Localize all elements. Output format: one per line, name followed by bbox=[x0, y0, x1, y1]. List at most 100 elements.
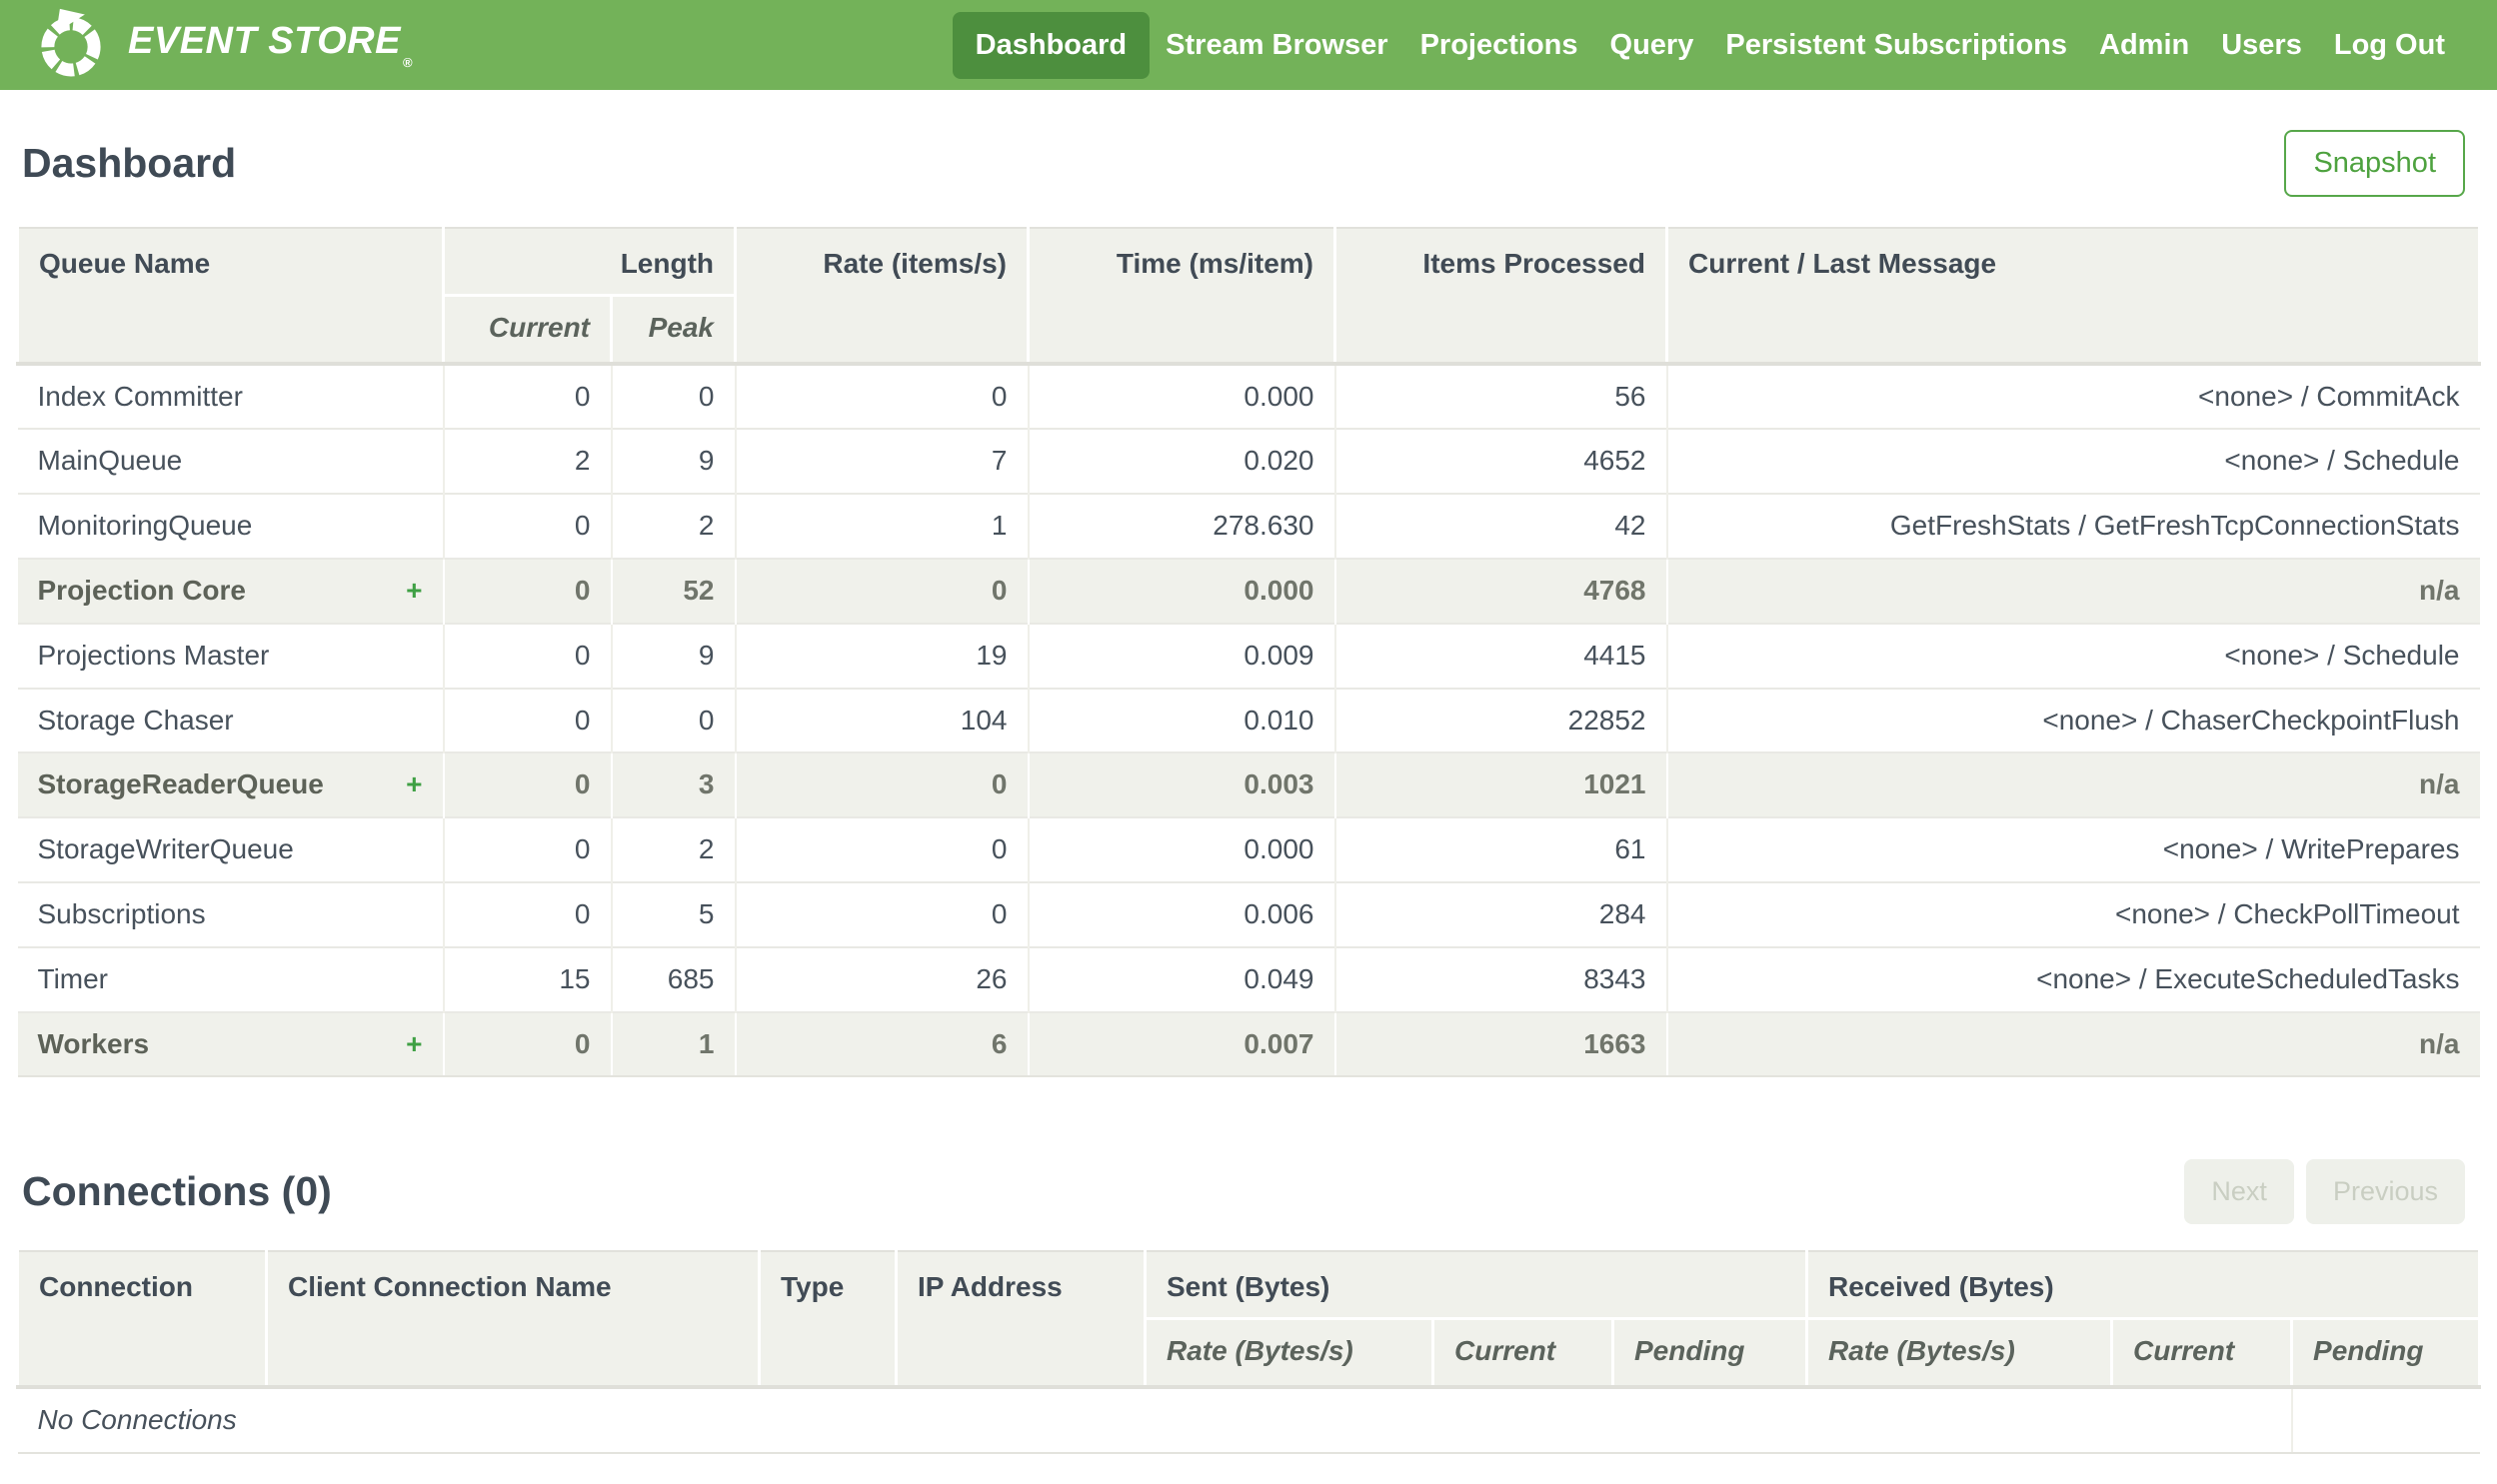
queue-row: MonitoringQueue 0 2 1 278.630 42 GetFreshStats… bbox=[17, 493, 2480, 559]
queue-items-processed-cell: 4652 bbox=[1334, 428, 1668, 495]
nav-item-projections[interactable]: Projections bbox=[1404, 12, 1594, 79]
nav-item-persistent-subscriptions[interactable]: Persistent Subscriptions bbox=[1709, 12, 2083, 79]
queue-time-cell: 0.006 bbox=[1028, 880, 1336, 947]
queue-length-peak-cell: 685 bbox=[611, 945, 737, 1012]
nav-item-dashboard[interactable]: Dashboard bbox=[952, 11, 1151, 79]
connections-heading-bar: Connections (0) Next Previous bbox=[0, 1077, 2497, 1250]
queue-length-current-cell: 0 bbox=[443, 557, 613, 624]
queue-name-cell: Projection Core + bbox=[17, 557, 445, 624]
brand-name: EVENT STORE® bbox=[128, 20, 414, 70]
queue-items-processed-cell: 4768 bbox=[1334, 557, 1668, 624]
queue-length-current-cell: 0 bbox=[443, 687, 613, 753]
expand-icon[interactable]: + bbox=[406, 769, 422, 800]
queue-message-cell: <none> / CheckPollTimeout bbox=[1666, 880, 2480, 947]
next-button[interactable]: Next bbox=[2184, 1159, 2294, 1225]
connections-title: Connections (0) bbox=[22, 1168, 332, 1215]
queue-time-cell: 0.020 bbox=[1028, 428, 1336, 495]
queue-name-cell: MonitoringQueue bbox=[17, 493, 445, 559]
col-header-message: Current / Last Message bbox=[1665, 227, 2481, 366]
queue-row: Subscriptions 0 5 0 0.006 284 <none> / CheckPo… bbox=[17, 880, 2480, 947]
expand-icon[interactable]: + bbox=[406, 575, 422, 607]
col-header-length: Length bbox=[442, 226, 737, 297]
queue-length-current-cell: 0 bbox=[443, 361, 613, 430]
queue-length-current-cell: 0 bbox=[443, 493, 613, 559]
top-navbar: EVENT STORE® Dashboard Stream Browser Pr… bbox=[0, 0, 2497, 90]
queue-message-cell: n/a bbox=[1666, 751, 2480, 818]
nav-menu: Dashboard Stream Browser Projections Que… bbox=[952, 11, 2461, 79]
queue-message-cell: <none> / ChaserCheckpointFlush bbox=[1666, 687, 2480, 753]
event-store-logo-icon bbox=[34, 8, 108, 82]
col-header-client-connection-name: Client Connection Name bbox=[265, 1250, 761, 1389]
col-subheader-current: Current bbox=[442, 294, 613, 366]
queue-name-cell: Index Committer bbox=[17, 361, 445, 430]
nav-item-log-out[interactable]: Log Out bbox=[2318, 12, 2461, 79]
expand-icon[interactable]: + bbox=[406, 1028, 422, 1060]
col-header-rate: Rate (items/s) bbox=[734, 227, 1030, 366]
connections-table-body: No Connections bbox=[17, 1384, 2480, 1454]
queue-row: Storage Chaser 0 0 104 0.010 22852 <none> / Ch… bbox=[17, 687, 2480, 753]
col-subheader-sent-current: Current bbox=[1431, 1317, 1614, 1389]
queue-message-cell: n/a bbox=[1666, 1010, 2480, 1078]
connections-table: Connection Client Connection Name Type I… bbox=[16, 1250, 2481, 1454]
queue-group-row[interactable]: Projection Core +0 52 0 0.000 4768 n/a bbox=[17, 557, 2480, 624]
col-header-ip-address: IP Address bbox=[895, 1250, 1147, 1389]
page-title: Dashboard bbox=[22, 140, 237, 186]
queue-message-cell: GetFreshStats / GetFreshTcpConnectionSta… bbox=[1666, 493, 2480, 559]
col-subheader-peak: Peak bbox=[610, 294, 737, 366]
nav-item-users[interactable]: Users bbox=[2205, 12, 2318, 79]
queue-length-peak-cell: 3 bbox=[611, 751, 737, 818]
queues-table: Queue Name Length Rate (items/s) Time (m… bbox=[16, 226, 2481, 1078]
queue-name-cell: Subscriptions bbox=[17, 880, 445, 947]
queue-items-processed-cell: 284 bbox=[1334, 880, 1668, 947]
queue-rate-cell: 6 bbox=[735, 1010, 1030, 1078]
queue-row: MainQueue 2 9 7 0.020 4652 <none> / Schedule bbox=[17, 428, 2480, 495]
queue-time-cell: 0.000 bbox=[1028, 557, 1336, 624]
queue-rate-cell: 0 bbox=[735, 751, 1030, 818]
queue-name-cell: StorageReaderQueue + bbox=[17, 751, 445, 818]
queue-group-row[interactable]: Workers +0 1 6 0.007 1663 n/a bbox=[17, 1010, 2480, 1078]
queue-time-cell: 0.009 bbox=[1028, 622, 1336, 689]
queue-name-cell: Workers + bbox=[17, 1010, 445, 1078]
col-header-connection: Connection bbox=[16, 1250, 268, 1389]
queue-name-cell: Timer bbox=[17, 945, 445, 1012]
previous-button[interactable]: Previous bbox=[2305, 1159, 2465, 1225]
queue-name: MonitoringQueue bbox=[37, 510, 253, 542]
col-subheader-received-current: Current bbox=[2110, 1317, 2294, 1389]
queue-rate-cell: 0 bbox=[735, 361, 1030, 430]
queue-name: Projections Master bbox=[37, 639, 270, 671]
queue-name: Storage Chaser bbox=[37, 704, 234, 736]
col-header-sent-bytes: Sent (Bytes) bbox=[1143, 1250, 1809, 1321]
queue-rate-cell: 0 bbox=[735, 816, 1030, 882]
queue-row: Projections Master 0 9 19 0.009 4415 <none> / … bbox=[17, 622, 2480, 689]
col-subheader-sent-rate: Rate (Bytes/s) bbox=[1144, 1317, 1434, 1389]
event-store-dashboard-screen: EVENT STORE® Dashboard Stream Browser Pr… bbox=[0, 0, 2497, 1484]
nav-item-admin[interactable]: Admin bbox=[2083, 12, 2205, 79]
queue-length-current-cell: 0 bbox=[443, 622, 613, 689]
queue-time-cell: 0.010 bbox=[1028, 687, 1336, 753]
nav-item-query[interactable]: Query bbox=[1594, 12, 1710, 79]
queue-length-peak-cell: 0 bbox=[611, 361, 737, 430]
queue-length-peak-cell: 5 bbox=[611, 880, 737, 947]
queue-name: Index Committer bbox=[37, 380, 243, 412]
queue-items-processed-cell: 22852 bbox=[1334, 687, 1668, 753]
col-header-type: Type bbox=[758, 1250, 898, 1389]
queue-items-processed-cell: 1663 bbox=[1334, 1010, 1668, 1078]
queue-rate-cell: 104 bbox=[735, 687, 1030, 753]
queue-length-current-cell: 0 bbox=[443, 880, 613, 947]
col-subheader-received-pending: Pending bbox=[2290, 1317, 2481, 1389]
queue-length-peak-cell: 2 bbox=[611, 816, 737, 882]
queue-message-cell: <none> / ExecuteScheduledTasks bbox=[1666, 945, 2480, 1012]
queue-group-row[interactable]: StorageReaderQueue +0 3 0 0.003 1021 n/a bbox=[17, 751, 2480, 818]
event-store-logo[interactable]: EVENT STORE® bbox=[34, 8, 413, 82]
queue-length-current-cell: 0 bbox=[443, 751, 613, 818]
queue-rate-cell: 26 bbox=[735, 945, 1030, 1012]
snapshot-button[interactable]: Snapshot bbox=[2284, 130, 2465, 197]
nav-item-stream-browser[interactable]: Stream Browser bbox=[1150, 12, 1403, 79]
queue-length-peak-cell: 2 bbox=[611, 493, 737, 559]
queue-items-processed-cell: 56 bbox=[1334, 361, 1668, 430]
queue-rate-cell: 0 bbox=[735, 557, 1030, 624]
queue-time-cell: 278.630 bbox=[1028, 493, 1336, 559]
registered-mark: ® bbox=[402, 55, 414, 70]
queue-length-peak-cell: 0 bbox=[611, 687, 737, 753]
queue-rate-cell: 1 bbox=[735, 493, 1030, 559]
